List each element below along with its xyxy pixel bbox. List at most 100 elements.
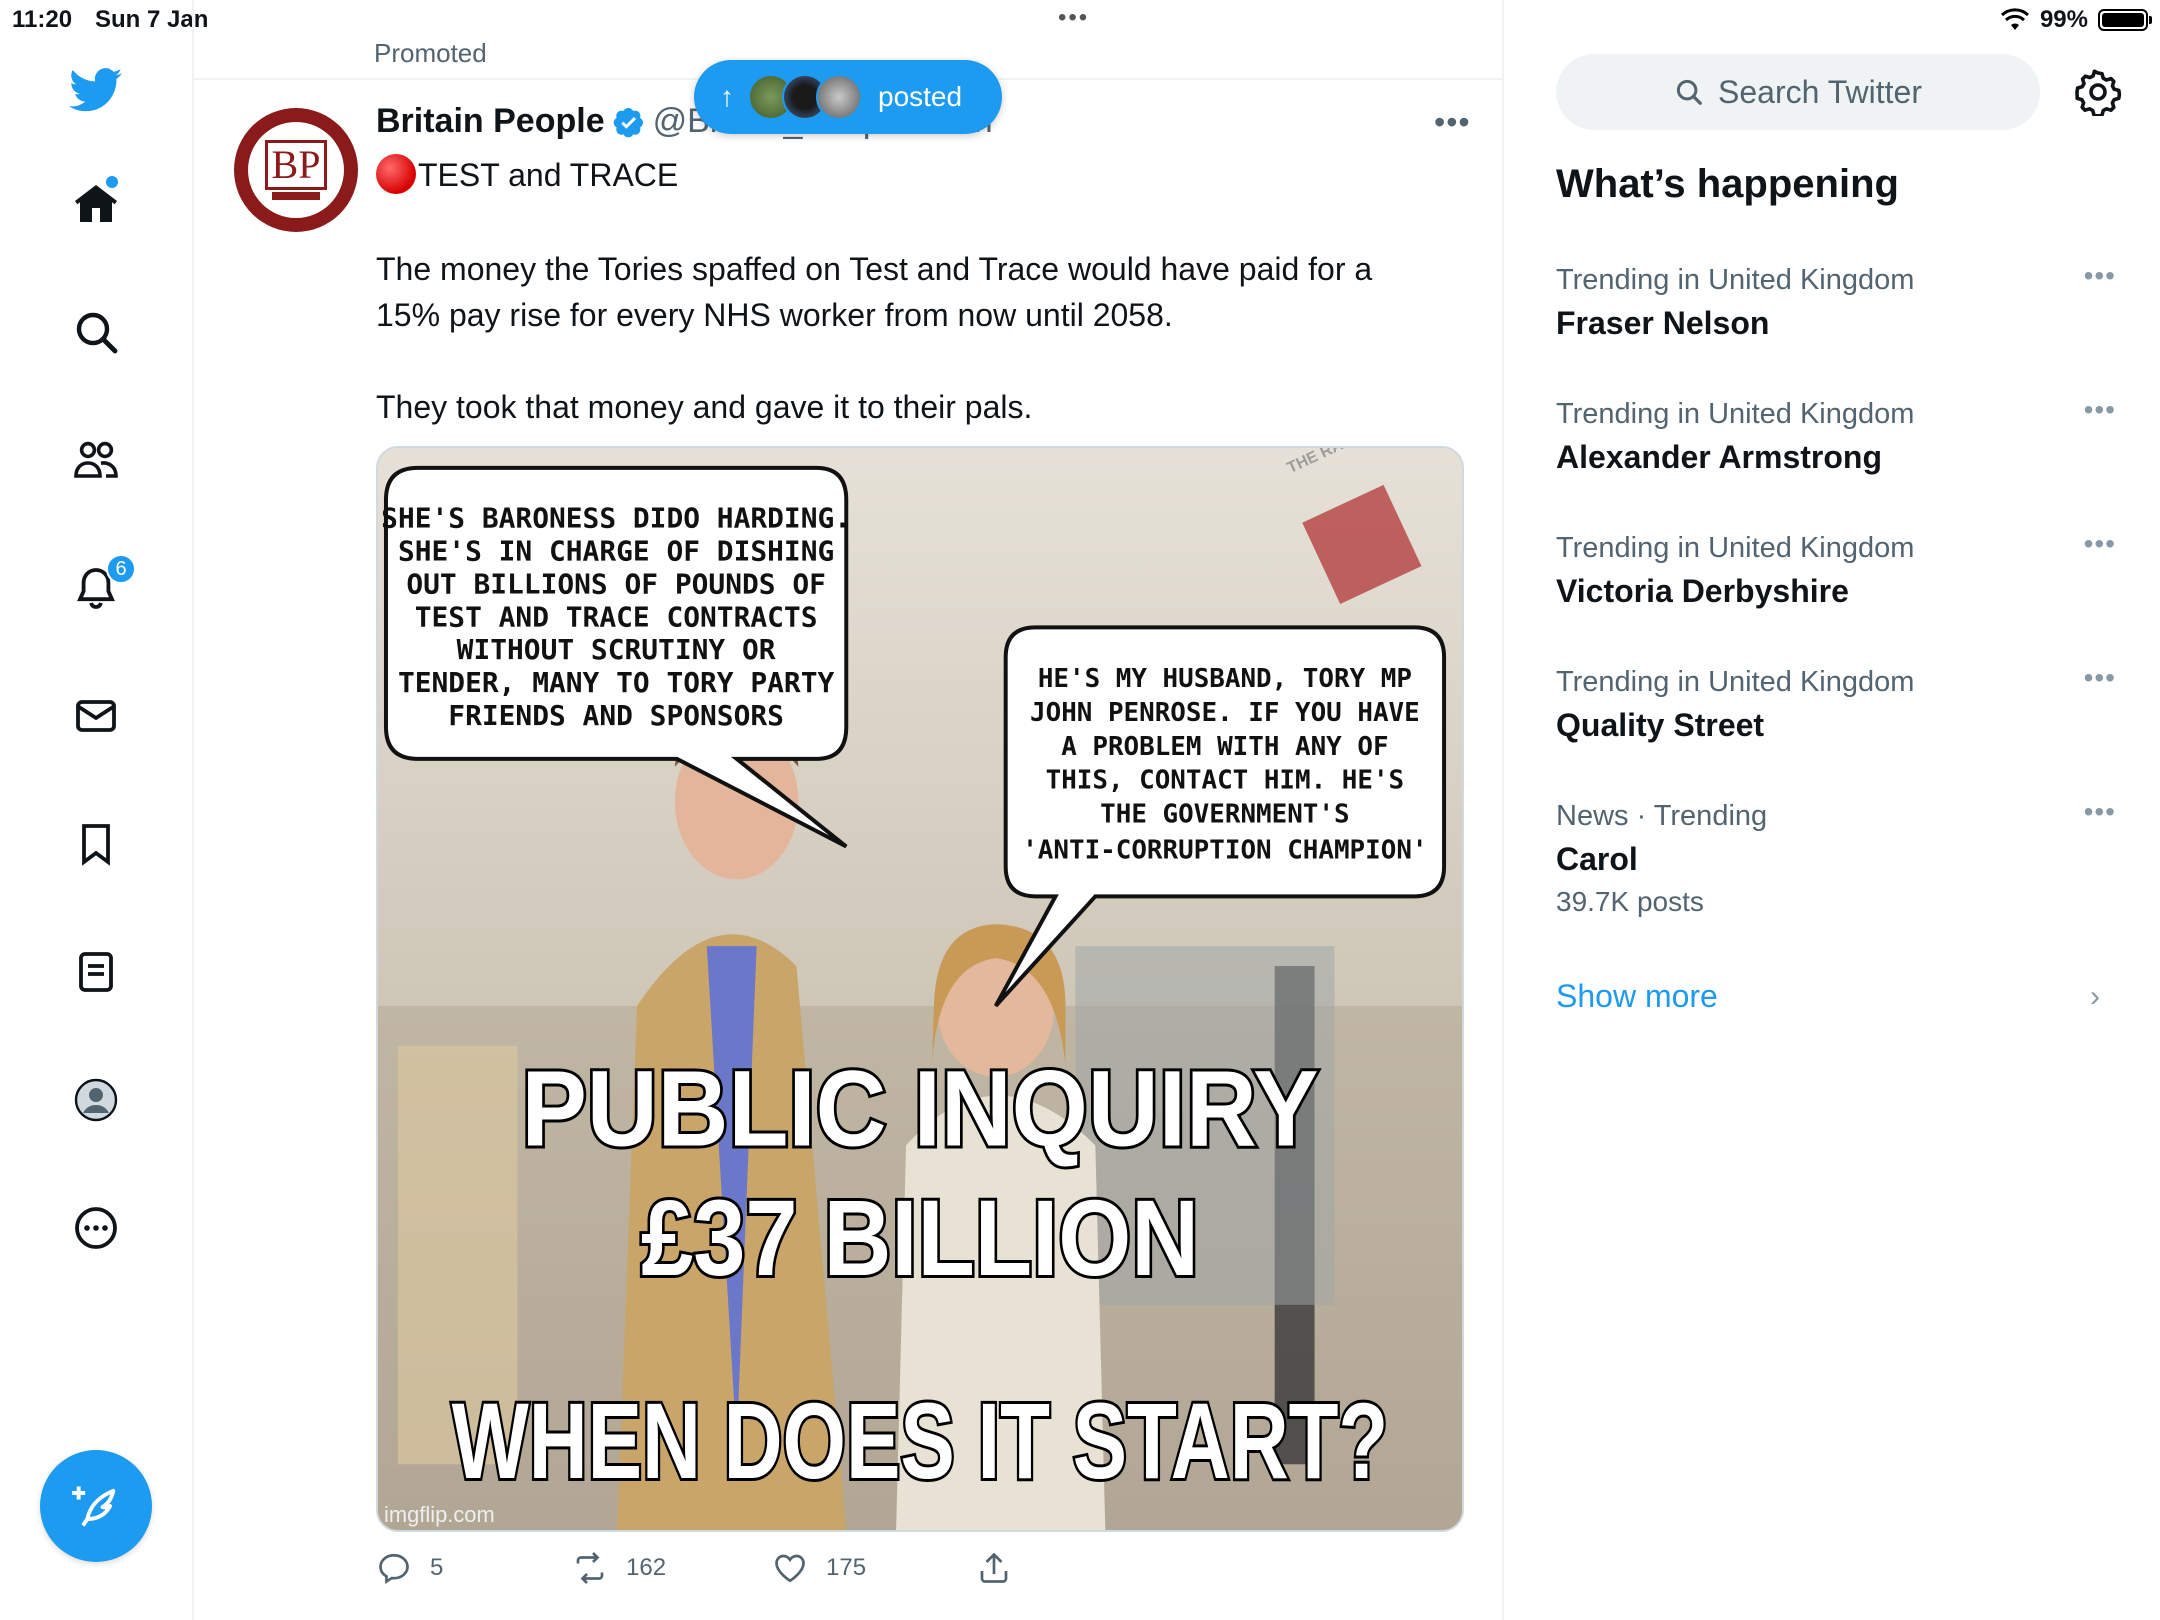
nav-profile[interactable]: [66, 1070, 126, 1130]
share-button[interactable]: [976, 1550, 1012, 1586]
trend-item[interactable]: Trending in United Kingdom Victoria Derb…: [1556, 528, 2116, 610]
trend-more-icon[interactable]: •••: [2084, 394, 2116, 426]
nav-home[interactable]: [66, 174, 126, 234]
home-unread-dot: [106, 176, 118, 188]
tweet-title: TEST and TRACE: [418, 157, 679, 193]
repost-icon: [576, 1552, 604, 1584]
bubble-right-line: HE'S MY HUSBAND, TORY MP: [1038, 664, 1412, 694]
trend-more-icon[interactable]: •••: [2084, 528, 2116, 560]
bubble-left-line: SHE'S IN CHARGE OF DISHING: [398, 535, 834, 568]
nav-messages[interactable]: [66, 686, 126, 746]
bubble-left-line: TEST AND TRACE CONTRACTS: [415, 600, 818, 633]
trend-count: 39.7K posts: [1556, 886, 1704, 917]
show-more-link[interactable]: Show more: [1556, 978, 1718, 1015]
heart-icon: [775, 1554, 805, 1583]
like-count: 175: [826, 1554, 867, 1581]
bubble-left-line: FRIENDS AND SPONSORS: [448, 699, 784, 732]
left-navigation: 6: [0, 40, 192, 1620]
profile-avatar-icon: [74, 1078, 118, 1122]
twitter-bird-icon[interactable]: [66, 60, 126, 120]
nav-explore[interactable]: [66, 302, 126, 362]
bookmark-icon: [82, 824, 110, 866]
tweet-body-line: The money the Tories spaffed on Test and…: [376, 251, 1373, 287]
trend-name: Quality Street: [1556, 707, 1765, 743]
tweet-body-line: They took that money and gave it to thei…: [376, 389, 1033, 425]
trend-more-icon[interactable]: •••: [2084, 662, 2116, 694]
caption-line-1: PUBLIC INQUIRY: [521, 1048, 1318, 1168]
trend-name: Victoria Derbyshire: [1556, 573, 1849, 609]
envelope-icon: [76, 700, 116, 732]
bubble-left-line: TENDER, MANY TO TORY PARTY: [398, 666, 835, 699]
author-avatar[interactable]: BP: [234, 108, 358, 232]
right-sidebar: Search Twitter What’s happening Trending…: [1504, 0, 2160, 1620]
timeline: Promoted ↑ posted BP Britain People @Bri…: [194, 0, 1502, 1620]
trend-meta: Trending in United Kingdom: [1556, 264, 1915, 296]
status-time: 11:20: [12, 6, 73, 33]
tweet-actions: 5 162 175: [376, 1550, 1376, 1600]
repost-button[interactable]: 162: [572, 1550, 666, 1586]
nav-lists[interactable]: [66, 942, 126, 1002]
compose-post-button[interactable]: [40, 1450, 152, 1562]
red-circle-emoji-icon: [376, 154, 416, 194]
new-posts-label: posted: [878, 81, 963, 112]
nav-bookmarks[interactable]: [66, 814, 126, 874]
search-icon: [76, 312, 118, 354]
bubble-left-line: SHE'S BARONESS DIDO HARDING.: [381, 502, 851, 535]
trend-more-icon[interactable]: •••: [2084, 260, 2116, 292]
arrow-up-icon: ↑: [720, 81, 734, 112]
trend-meta: Trending in United Kingdom: [1556, 666, 1915, 698]
bubble-right-line: JOHN PENROSE. IF YOU HAVE: [1030, 698, 1420, 728]
tweet-body-line: 15% pay rise for every NHS worker from n…: [376, 297, 1173, 333]
trend-item[interactable]: Trending in United Kingdom Alexander Arm…: [1556, 394, 2116, 476]
search-icon: [1676, 79, 1702, 105]
bubble-right-line: 'ANTI-CORRUPTION CHAMPION': [1022, 835, 1427, 865]
share-icon: [980, 1552, 1008, 1583]
more-circle-icon: [75, 1207, 117, 1249]
nav-more[interactable]: [66, 1198, 126, 1258]
repost-count: 162: [626, 1554, 667, 1581]
trend-meta: Trending in United Kingdom: [1556, 532, 1915, 564]
tweet-more-options-icon[interactable]: •••: [1434, 104, 1471, 141]
gear-icon[interactable]: [2074, 68, 2122, 116]
trend-name: Fraser Nelson: [1556, 305, 1770, 341]
reply-icon: [379, 1553, 409, 1585]
search-placeholder: Search Twitter: [1718, 73, 1922, 110]
bubble-left-line: OUT BILLIONS OF POUNDS OF: [406, 567, 826, 600]
avatar: [816, 74, 862, 120]
caption-line-2: £37 BILLION: [641, 1178, 1199, 1298]
bubble-left-line: WITHOUT SCRUTINY OR: [457, 633, 776, 666]
tweet-image[interactable]: THE RAGGED TROUSERED PHILANDERER SHE'S B…: [376, 446, 1464, 1532]
whats-happening-title: What’s happening: [1556, 162, 1899, 206]
avatar-logo-letters: BP: [264, 140, 328, 190]
nav-notifications[interactable]: 6: [66, 554, 136, 618]
pill-avatars: [748, 74, 862, 120]
like-button[interactable]: 175: [772, 1550, 866, 1586]
trend-item[interactable]: News · Trending Carol 39.7K posts •••: [1556, 796, 2116, 918]
verified-badge-icon: [613, 107, 643, 137]
trend-item[interactable]: Trending in United Kingdom Fraser Nelson…: [1556, 260, 2116, 342]
trend-meta: News · Trending: [1556, 800, 1768, 832]
compose-feather-icon: [72, 1486, 116, 1527]
trend-meta: Trending in United Kingdom: [1556, 398, 1915, 430]
reply-count: 5: [430, 1554, 444, 1581]
notifications-badge: 6: [106, 554, 136, 584]
list-icon: [79, 952, 113, 992]
trend-name: Carol: [1556, 841, 1638, 877]
nav-communities[interactable]: [66, 430, 126, 490]
caption-line-3: WHEN DOES IT START?: [452, 1381, 1389, 1501]
image-watermark: imgflip.com: [384, 1502, 495, 1527]
communities-icon: [74, 441, 118, 478]
trend-more-icon[interactable]: •••: [2084, 796, 2116, 828]
author-name[interactable]: Britain People: [376, 102, 605, 141]
bubble-right-line: THE GOVERNMENT'S: [1100, 800, 1349, 830]
trend-name: Alexander Armstrong: [1556, 439, 1882, 475]
bubble-right-line: A PROBLEM WITH ANY OF: [1061, 732, 1388, 762]
chevron-right-icon[interactable]: ›: [2090, 980, 2100, 1014]
promoted-label: Promoted: [374, 38, 487, 68]
search-input[interactable]: Search Twitter: [1556, 54, 2040, 130]
bubble-right-line: THIS, CONTACT HIM. HE'S: [1046, 766, 1405, 796]
new-posts-pill[interactable]: ↑ posted: [694, 60, 1002, 134]
tweet-text: TEST and TRACE The money the Tories spaf…: [376, 152, 1466, 430]
trend-item[interactable]: Trending in United Kingdom Quality Stree…: [1556, 662, 2116, 744]
reply-button[interactable]: 5: [376, 1550, 443, 1586]
